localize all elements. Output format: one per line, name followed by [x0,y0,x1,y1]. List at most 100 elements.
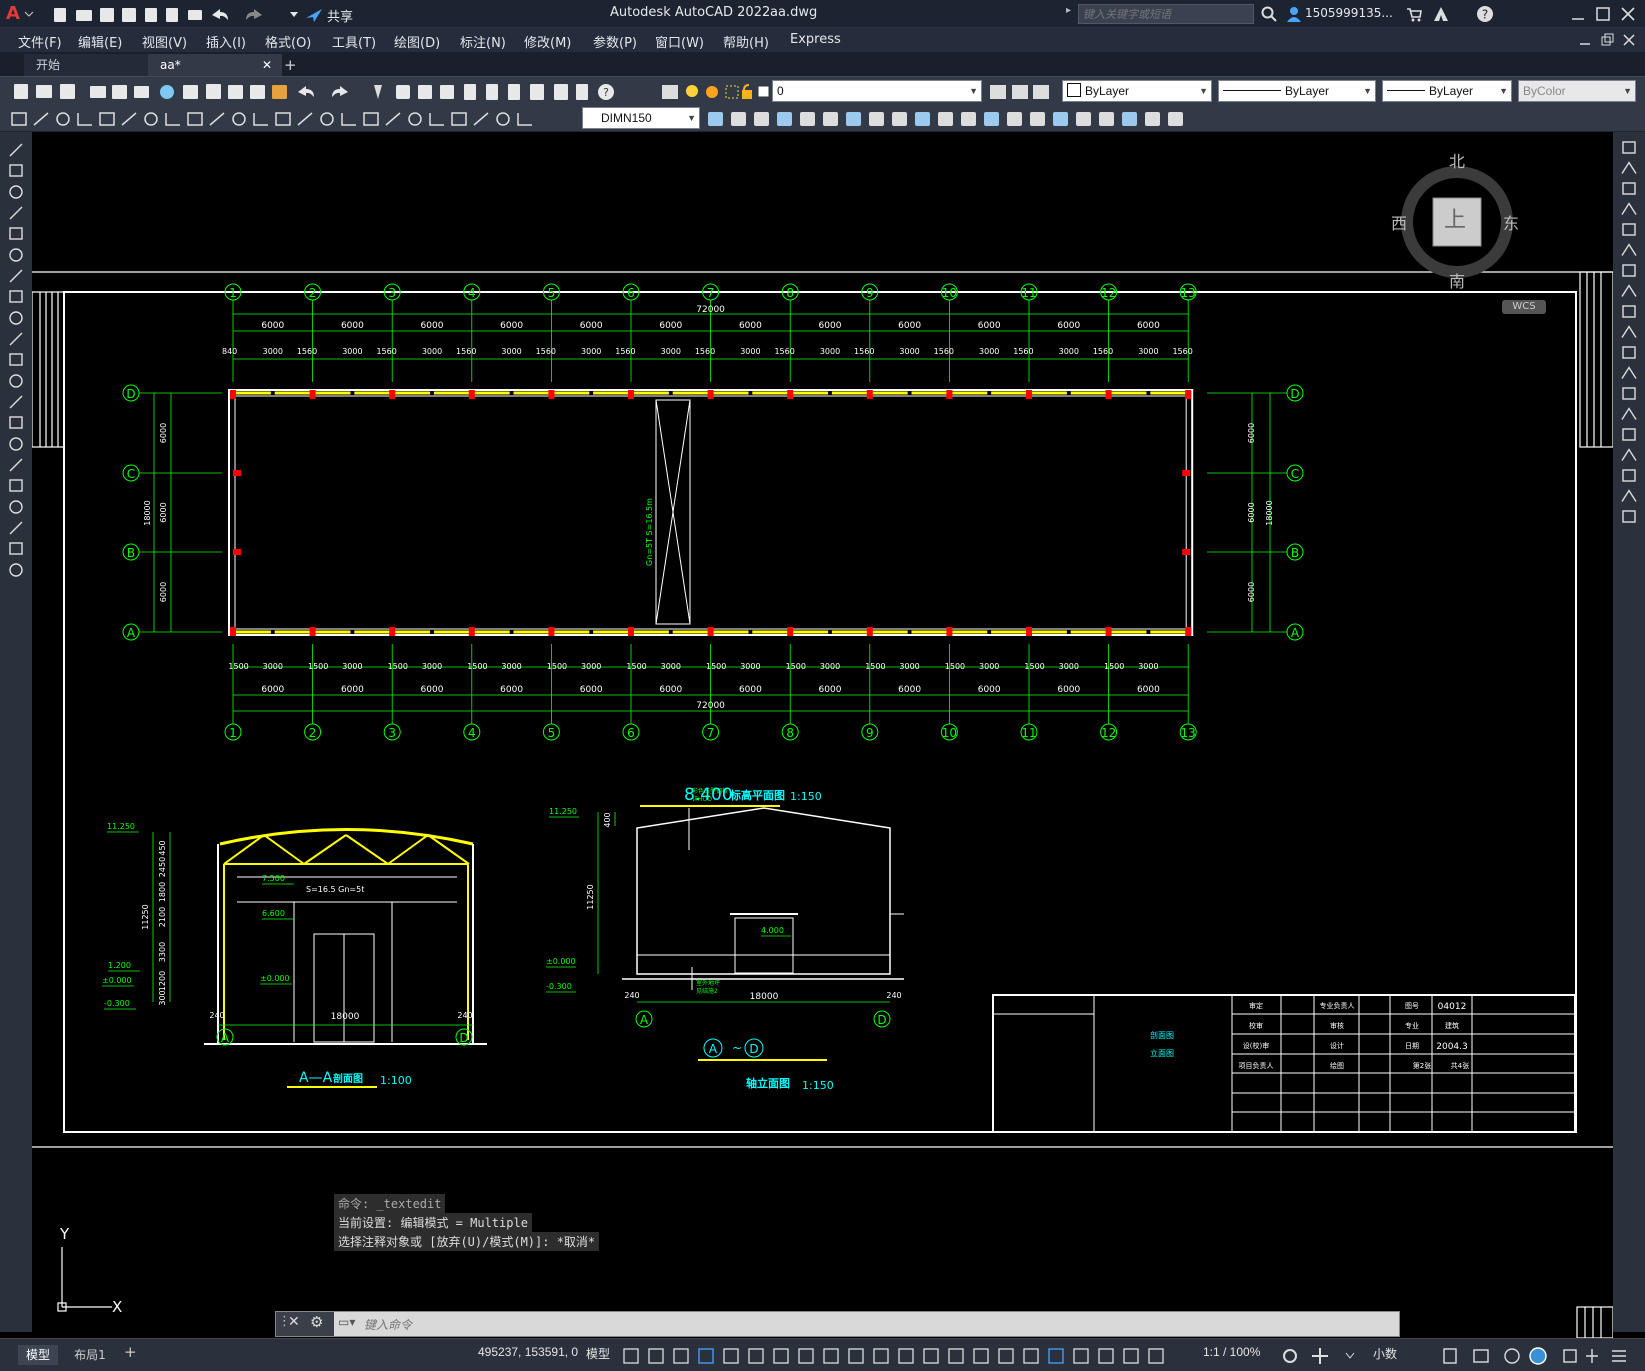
status-toggle-icons[interactable] [620,1347,1180,1365]
user-icon[interactable] [1286,6,1302,22]
command-line: ⋮ ✕ ⚙ ▭▾ [275,1311,1400,1337]
command-recent-icon[interactable]: ▭▾ [338,1315,355,1329]
open-icon [76,10,92,21]
autocad-logo-icon[interactable]: A [6,3,20,24]
linetype-dropdown[interactable]: ByLayer ▼ [1218,80,1376,102]
units-dropdown[interactable]: 小数 [1373,1345,1397,1362]
wcs-menu[interactable]: WCS [1502,300,1546,314]
viewcube-west[interactable]: 西 [1391,210,1407,234]
sub-dim-top: 3000 [501,347,521,356]
viewcube-east[interactable]: 东 [1503,210,1519,234]
help-icon[interactable]: ? [1476,5,1494,23]
section-total-height: 11250 [141,904,150,929]
menu-item-6[interactable]: 绘图(D) [394,32,440,51]
bay-dim-bottom: 6000 [580,685,603,695]
menu-item-4[interactable]: 格式(O) [265,32,311,51]
workspace-icons[interactable] [1282,1347,1362,1365]
sheet-border [32,271,1613,1338]
viewcube-top-face[interactable]: 上 [1444,202,1466,234]
share-label[interactable]: 共享 [327,6,353,25]
menu-item-9[interactable]: 参数(P) [593,32,637,51]
viewcube-south[interactable]: 南 [1449,268,1465,292]
draw-tool-icon [9,332,23,346]
customize-chevron-icon [290,12,298,17]
document-window-controls[interactable] [1578,33,1638,47]
menu-item-3[interactable]: 插入(I) [206,32,246,51]
close-icon[interactable] [1620,6,1636,22]
menu-item-10[interactable]: 窗口(W) [655,32,704,51]
new-icon [54,8,66,22]
plotstyle-dropdown[interactable]: ByColor ▼ [1518,80,1636,102]
tab-active-label: aa* [160,58,181,72]
annotation-scale[interactable]: 1:1 / 100% [1203,1345,1260,1359]
draw-tool-icon [9,374,23,388]
status-toggle-icon [748,1348,764,1364]
viewcube[interactable]: 上 北 南 西 东 [1391,152,1519,291]
standard-toolbar-icons[interactable]: ? [8,82,668,102]
menu-item-0[interactable]: 文件(F) [18,32,62,51]
app-menu-chevron-icon[interactable] [24,10,34,18]
status-right-icons[interactable] [1440,1347,1640,1365]
lineweight-dropdown[interactable]: ByLayer ▼ [1382,80,1512,102]
crane-label: Gn=5T S=16.5m [645,498,654,566]
axis-label: 7 [707,726,715,740]
dimstyle-dropdown[interactable]: DIMN150 ▼ [582,107,700,129]
tab-close-icon[interactable]: ✕ [262,54,272,76]
draw-toolbar-icons[interactable] [0,132,32,592]
cart-icon[interactable] [1406,7,1422,22]
command-close-icon[interactable]: ✕ [288,1314,300,1330]
layout-tab[interactable]: 布局1 [68,1345,112,1365]
elevation-title-a: A [709,1042,718,1056]
search-input[interactable] [1078,4,1254,24]
redo-icon [246,9,262,20]
model-space-toggle[interactable]: 模型 [586,1345,610,1362]
ucs-x-label: X [112,1298,122,1316]
side-dim: 6000 [1247,423,1256,443]
linetype-value: ByLayer [1285,84,1330,98]
plot-icon [188,10,202,20]
dim-tool-icon [121,112,137,126]
sub-dim-bottom: 3000 [1138,662,1158,671]
command-customize-icon[interactable]: ⚙ [310,1313,323,1331]
minimize-icon[interactable] [1570,6,1586,22]
modify-toolbar-vertical-icons[interactable] [1613,132,1645,552]
add-layout-button[interactable]: + [124,1343,137,1361]
dimension-toolbar-icons[interactable] [8,109,578,129]
sub-dim-bottom: 1500 [626,662,646,671]
model-tab[interactable]: 模型 [18,1345,58,1365]
search-expand-icon[interactable]: ▸ [1066,5,1071,16]
menu-item-11[interactable]: 帮助(H) [723,32,769,51]
viewcube-north[interactable]: 北 [1449,148,1465,172]
menu-item-8[interactable]: 修改(M) [524,32,571,51]
bay-dim-top: 6000 [1057,321,1080,331]
menu-item-2[interactable]: 视图(V) [142,32,187,51]
menu-item-1[interactable]: 编辑(E) [78,32,122,51]
drawing-no-label: 图号 [1405,1002,1419,1010]
layer-tools-icons[interactable] [988,82,1050,102]
search-icon[interactable] [1261,6,1277,22]
modify-tool-icon [1168,112,1183,126]
tab-active-drawing[interactable]: aa* ✕ [148,54,282,76]
autodesk-a360-icon[interactable] [1432,6,1450,22]
new-tab-button[interactable]: + [272,54,309,76]
section-dim: 1800 [158,882,167,902]
modify-vertical-icon [1622,182,1636,195]
menu-item-7[interactable]: 标注(N) [460,32,506,51]
side-dim: 6000 [1247,582,1256,602]
quick-access-toolbar[interactable] [52,6,342,24]
maximize-icon[interactable] [1595,6,1611,22]
command-input[interactable] [362,1314,1366,1335]
dim-tool-icon [385,112,401,126]
layer-state-icons[interactable] [660,82,770,102]
menu-item-5[interactable]: 工具(T) [332,32,376,51]
tab-start[interactable]: 开始 [24,54,148,76]
layer-dropdown[interactable]: 0 ▼ [772,80,982,102]
coordinates-readout[interactable]: 495237, 153591, 0 [478,1345,578,1359]
modify-toolbar-icons[interactable] [704,109,1214,129]
drawing-canvas[interactable]: 1 1 2 2 3 3 4 4 5 5 6 6 7 7 8 8 9 9 10 10 11 11 12 12 13 13 72000 7… [32,132,1613,1338]
sub-dim-top: 1560 [774,347,794,356]
menu-item-12[interactable]: Express [790,32,841,47]
sub-dim-top: 3000 [263,347,283,356]
user-name[interactable]: 1505999135... [1305,6,1393,20]
color-dropdown[interactable]: ByLayer ▼ [1062,80,1212,102]
